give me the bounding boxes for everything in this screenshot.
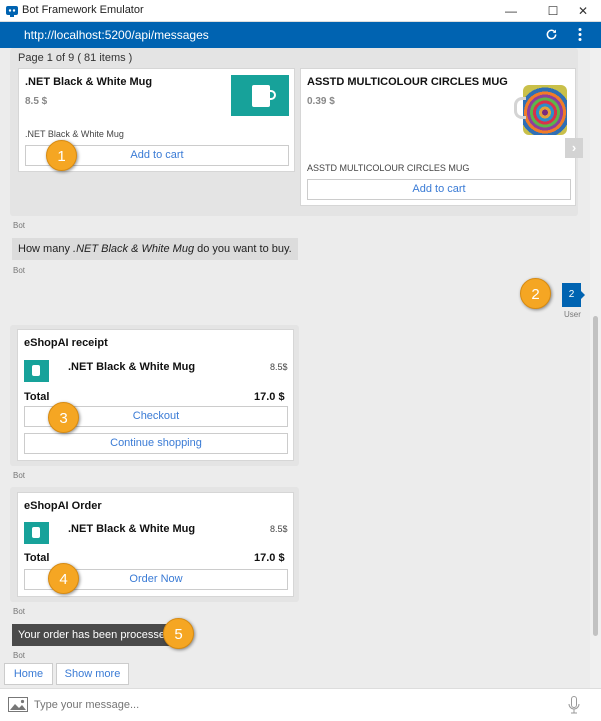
message-input-bar	[0, 688, 601, 721]
question-suffix: do you want to buy.	[194, 243, 292, 255]
add-to-cart-button[interactable]: Add to cart	[307, 179, 571, 200]
callout-marker: 2	[520, 278, 551, 309]
callout-marker: 3	[48, 402, 79, 433]
product-subtitle: .NET Black & White Mug	[25, 129, 124, 139]
product-carousel: Page 1 of 9 ( 81 items ) .NET Black & Wh…	[10, 48, 583, 216]
order-item-name: .NET Black & White Mug	[68, 523, 196, 535]
product-title: ASSTD MULTICOLOUR CIRCLES MUG	[307, 76, 508, 88]
suggested-action-show-more[interactable]: Show more	[56, 663, 129, 685]
product-subtitle: ASSTD MULTICOLOUR CIRCLES MUG	[307, 163, 470, 173]
receipt-item-image	[24, 360, 49, 382]
receipt-title: eShopAI receipt	[24, 337, 108, 349]
product-image	[514, 85, 574, 137]
bot-message: Your order has been processed.	[12, 624, 181, 646]
order-item-image	[24, 522, 49, 544]
sender-label: Bot	[13, 471, 26, 480]
question-item: .NET Black & White Mug	[73, 243, 195, 255]
close-button[interactable]: ✕	[565, 0, 601, 22]
receipt-item-price: 8.5$	[270, 362, 288, 372]
user-bubble-tail	[581, 291, 585, 299]
sender-label: Bot	[13, 221, 26, 230]
message-input[interactable]	[32, 694, 552, 716]
product-price: 0.39 $	[307, 96, 335, 107]
endpoint-address-bar: http://localhost:5200/api/messages	[0, 22, 601, 48]
continue-shopping-button[interactable]: Continue shopping	[24, 433, 288, 454]
order-item-price: 8.5$	[270, 524, 288, 534]
bot-message: How many .NET Black & White Mug do you w…	[12, 238, 298, 260]
chat-scrollbar[interactable]	[590, 48, 601, 688]
sender-label: Bot	[13, 651, 26, 660]
product-image	[231, 75, 289, 116]
order-total-value: 17.0 $	[254, 552, 285, 564]
question-prefix: How many	[18, 243, 74, 255]
product-price: 8.5 $	[25, 96, 48, 107]
callout-marker: 4	[48, 563, 79, 594]
order-title: eShopAI Order	[24, 500, 102, 512]
carousel-next-arrow-icon[interactable]: ›	[565, 138, 583, 158]
receipt-card: eShopAI receipt .NET Black & White Mug 8…	[17, 329, 294, 461]
receipt-item-name: .NET Black & White Mug	[68, 361, 196, 373]
refresh-icon[interactable]	[545, 28, 558, 41]
upload-image-icon[interactable]	[8, 697, 28, 712]
receipt-panel: eShopAI receipt .NET Black & White Mug 8…	[10, 325, 299, 466]
endpoint-url[interactable]: http://localhost:5200/api/messages	[24, 28, 209, 42]
suggested-action-home[interactable]: Home	[4, 663, 53, 685]
order-total-label: Total	[24, 552, 50, 564]
callout-marker: 5	[163, 618, 194, 649]
callout-marker: 1	[46, 140, 77, 171]
chat-history: Page 1 of 9 ( 81 items ) .NET Black & Wh…	[0, 48, 590, 688]
window-title: Bot Framework Emulator	[22, 4, 144, 16]
product-title: .NET Black & White Mug	[25, 76, 153, 88]
sender-label: User	[564, 310, 581, 319]
page-info: Page 1 of 9 ( 81 items )	[18, 52, 133, 64]
sender-label: Bot	[13, 607, 26, 616]
scrollbar-thumb[interactable]	[593, 316, 598, 636]
minimize-button[interactable]: —	[493, 0, 529, 22]
product-card: ASSTD MULTICOLOUR CIRCLES MUG 0.39 $ ASS…	[300, 68, 576, 206]
kebab-menu-icon[interactable]	[577, 27, 583, 42]
receipt-total-value: 17.0 $	[254, 391, 285, 403]
user-message: 2	[562, 283, 581, 307]
receipt-total-label: Total	[24, 391, 50, 403]
bot-emulator-app-icon	[6, 6, 18, 17]
sender-label: Bot	[13, 266, 26, 275]
window-titlebar: Bot Framework Emulator — ☐ ✕	[0, 0, 601, 22]
microphone-icon[interactable]	[568, 696, 580, 714]
